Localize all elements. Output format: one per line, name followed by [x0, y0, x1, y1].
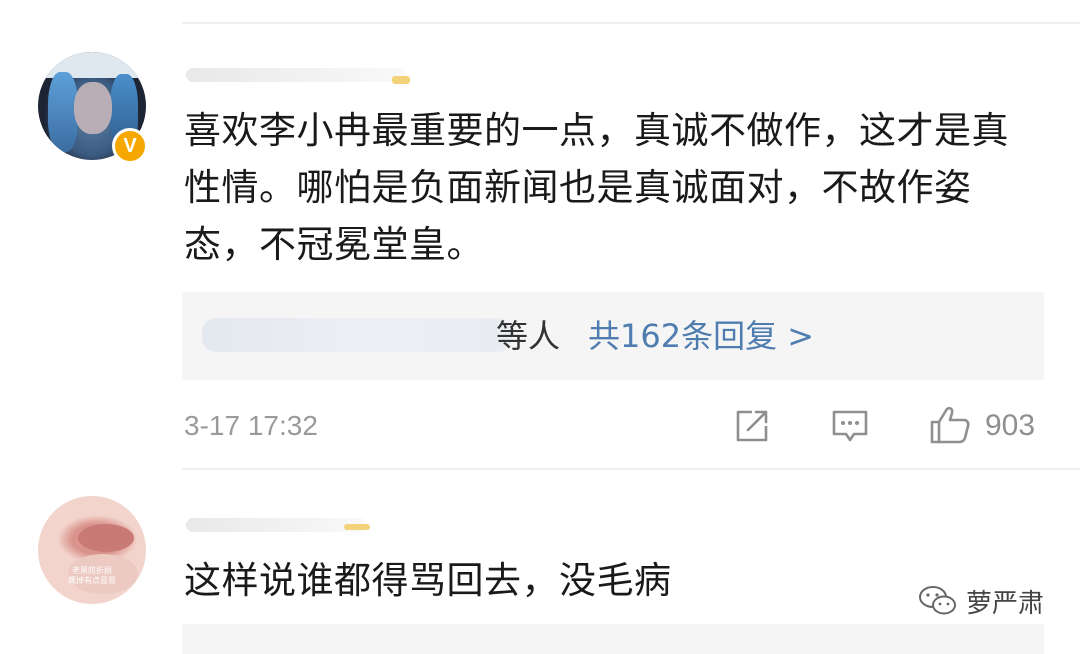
wechat-icon — [919, 586, 956, 615]
like-count: 903 — [985, 409, 1036, 442]
comment-text: 这样说谁都得骂回去，没毛病 — [184, 552, 672, 609]
top-divider — [182, 22, 1080, 24]
reply-users-redacted — [202, 318, 512, 352]
comment-text: 喜欢李小冉最重要的一点，真诚不做作，这才是真 性情。哪怕是负面新闻也是真诚面对，… — [184, 102, 1009, 273]
username-decoration — [344, 524, 370, 530]
comment-line: 性情。哪怕是负面新闻也是真诚面对，不故作姿 — [184, 166, 972, 209]
verified-badge: V — [112, 128, 148, 164]
avatar-caption: 老黑防折损 — [72, 566, 112, 575]
share-icon[interactable] — [732, 406, 772, 446]
username-redacted — [186, 68, 406, 82]
avatar[interactable]: 老黑防折损 鹰掉有点意思 — [38, 496, 146, 604]
comment-divider — [182, 468, 1080, 470]
view-replies-link[interactable]: 共162条回复 > — [588, 314, 814, 358]
watermark-text: 萝严肃 — [966, 588, 1045, 619]
username-decoration — [392, 76, 410, 84]
username-redacted — [186, 518, 366, 532]
avatar-caption: 鹰掉有点意思 — [68, 576, 116, 585]
reply-preview[interactable]: 等人 共162条回复 > — [182, 292, 1044, 380]
reply-suffix: 等人 — [496, 317, 561, 355]
thumbs-up-icon[interactable] — [928, 404, 972, 446]
comment-line: 这样说谁都得骂回去，没毛病 — [184, 559, 672, 602]
comment-line: 喜欢李小冉最重要的一点，真诚不做作，这才是真 — [184, 109, 1009, 152]
timestamp: 3-17 17:32 — [184, 410, 318, 441]
comment-line: 态，不冠冕堂皇。 — [184, 223, 484, 266]
comment-icon[interactable] — [830, 406, 870, 446]
watermark: 萝严肃 — [918, 584, 1045, 619]
reply-preview[interactable] — [182, 624, 1044, 654]
